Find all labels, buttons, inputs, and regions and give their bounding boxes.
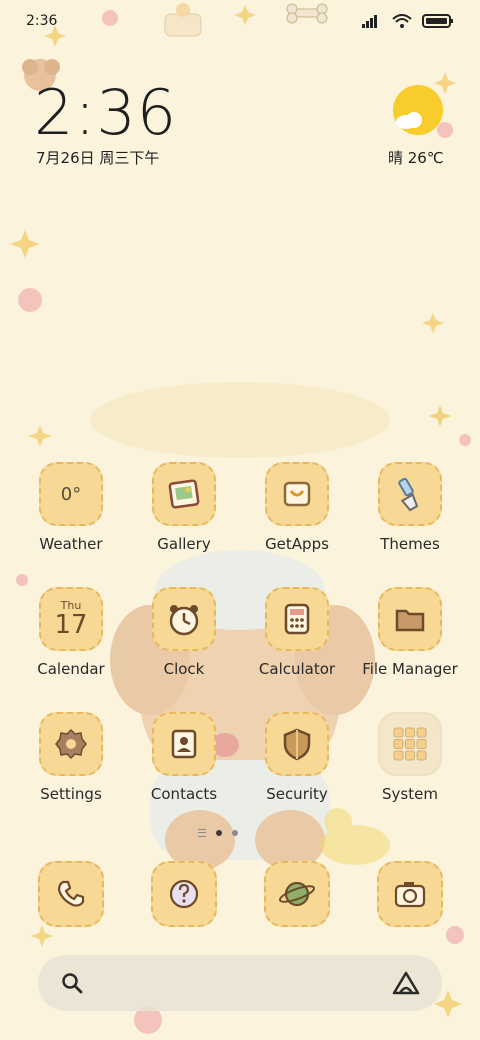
app-label: Clock xyxy=(163,660,205,678)
battery-icon xyxy=(422,14,453,28)
calendar-date: 17 xyxy=(54,610,88,640)
dock-phone[interactable] xyxy=(38,861,104,927)
app-label: System xyxy=(382,785,438,803)
app-label: Gallery xyxy=(157,535,211,553)
home-date: 7月26日 周三下午 xyxy=(36,149,160,167)
contacts-icon[interactable] xyxy=(152,712,216,776)
app-drawer-icon[interactable] xyxy=(198,829,206,837)
calendar-icon[interactable]: Thu 17 xyxy=(39,587,103,651)
signal-icon xyxy=(362,15,377,28)
app-calendar[interactable]: Thu 17 Calendar xyxy=(16,587,126,678)
help-icon[interactable] xyxy=(151,861,217,927)
page-indicator[interactable] xyxy=(198,829,238,837)
alarm-clock-icon[interactable] xyxy=(152,587,216,651)
gear-icon[interactable] xyxy=(39,712,103,776)
app-security[interactable]: Security xyxy=(242,712,352,803)
camera-icon[interactable] xyxy=(377,861,443,927)
status-bar: 2:36 xyxy=(0,0,480,42)
app-file-manager[interactable]: File Manager xyxy=(355,587,465,678)
weather-value: 0° xyxy=(60,483,82,505)
shield-icon[interactable] xyxy=(265,712,329,776)
weather-temp: 晴 26℃ xyxy=(388,149,444,167)
search-bar[interactable] xyxy=(38,955,442,1011)
calculator-icon[interactable] xyxy=(265,587,329,651)
paintbrush-icon[interactable] xyxy=(378,462,442,526)
app-folder-system[interactable]: System xyxy=(355,712,465,803)
home-clock-time[interactable]: 2:36 xyxy=(34,76,177,149)
app-clock[interactable]: Clock xyxy=(129,587,239,678)
page-dot-active[interactable] xyxy=(216,830,222,836)
wifi-icon xyxy=(392,14,412,28)
app-label: GetApps xyxy=(265,535,329,553)
sun-icon[interactable] xyxy=(392,84,444,136)
folder-icon[interactable] xyxy=(378,587,442,651)
search-icon[interactable] xyxy=(60,971,84,995)
dock-browser[interactable] xyxy=(264,861,330,927)
app-themes[interactable]: Themes xyxy=(355,462,465,553)
page-dot[interactable] xyxy=(232,830,238,836)
app-label: File Manager xyxy=(362,660,458,678)
app-label: Contacts xyxy=(150,785,218,803)
app-label: Calculator xyxy=(258,660,336,678)
app-label: Calendar xyxy=(37,660,105,678)
app-label: Settings xyxy=(40,785,102,803)
app-getapps[interactable]: GetApps xyxy=(242,462,352,553)
app-label: Security xyxy=(266,785,328,803)
app-settings[interactable]: Settings xyxy=(16,712,126,803)
phone-icon[interactable] xyxy=(38,861,104,927)
assistant-icon[interactable] xyxy=(392,971,420,995)
app-contacts[interactable]: Contacts xyxy=(129,712,239,803)
dock-help[interactable] xyxy=(151,861,217,927)
app-weather[interactable]: 0° Weather xyxy=(16,462,126,553)
gallery-icon[interactable] xyxy=(152,462,216,526)
app-label: Weather xyxy=(39,535,103,553)
weather-icon[interactable]: 0° xyxy=(39,462,103,526)
app-calculator[interactable]: Calculator xyxy=(242,587,352,678)
app-gallery[interactable]: Gallery xyxy=(129,462,239,553)
app-label: Themes xyxy=(380,535,440,553)
dock-camera[interactable] xyxy=(377,861,443,927)
status-icons xyxy=(362,13,454,29)
getapps-icon[interactable] xyxy=(265,462,329,526)
browser-icon[interactable] xyxy=(264,861,330,927)
folder-grid-icon[interactable] xyxy=(378,712,442,776)
status-time: 2:36 xyxy=(26,13,58,29)
